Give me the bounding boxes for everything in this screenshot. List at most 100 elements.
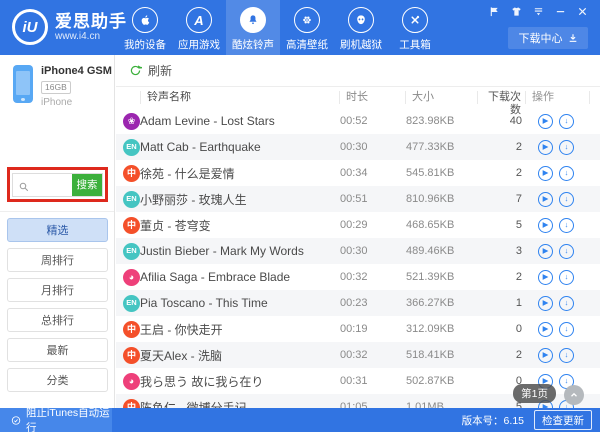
- page-number-badge: 第1页: [513, 384, 556, 403]
- play-icon[interactable]: ▶: [538, 218, 553, 233]
- table-row[interactable]: EN Matt Cab - Earthquake 00:30 477.33KB …: [116, 134, 600, 160]
- nav-my-device[interactable]: 我的设备: [118, 0, 172, 55]
- download-count: 2: [478, 271, 526, 283]
- table-row[interactable]: EN 小野丽莎 - 玫瑰人生 00:51 810.96KB 7 ▶ ↓: [116, 186, 600, 212]
- device-info: iPhone4 GSM 16GB iPhone: [0, 61, 115, 113]
- play-icon[interactable]: ▶: [538, 296, 553, 311]
- play-icon[interactable]: ▶: [538, 114, 553, 129]
- status-bar: 阻止iTunes自动运行 版本号：6.15 检查更新: [0, 408, 600, 432]
- nav-apps-games[interactable]: A 应用游戏: [172, 0, 226, 55]
- download-count: 2: [478, 349, 526, 361]
- ringtone-title: 王启 - 你快走开: [140, 321, 340, 338]
- category-icon: EN: [123, 243, 140, 260]
- download-count: 40: [478, 115, 526, 127]
- header-downloads: 下载次数: [477, 91, 525, 104]
- sidebar-item-total-rank[interactable]: 总排行: [7, 308, 108, 332]
- download-icon[interactable]: ↓: [559, 166, 574, 181]
- download-icon[interactable]: ↓: [559, 218, 574, 233]
- ringtone-title: 陈奂仁 - 微博分手记: [140, 399, 340, 409]
- sidebar-item-weekly-rank[interactable]: 周排行: [7, 248, 108, 272]
- table-row[interactable]: EN Justin Bieber - Mark My Words 00:30 4…: [116, 238, 600, 264]
- table-row[interactable]: ◕ Afilia Saga - Embrace Blade 00:32 521.…: [116, 264, 600, 290]
- i4-app-window: iU 爱思助手 www.i4.cn 我的设备 A 应用游戏 酷炫铃声: [0, 0, 600, 432]
- play-icon[interactable]: ▶: [538, 244, 553, 259]
- table-row[interactable]: 中 徐苑 - 什么是爱情 00:34 545.81KB 2 ▶ ↓: [116, 160, 600, 186]
- ringtone-title: 小野丽莎 - 玫瑰人生: [140, 191, 340, 208]
- download-count: 3: [478, 245, 526, 257]
- app-url: www.i4.cn: [55, 31, 127, 43]
- ringtone-size: 477.33KB: [406, 141, 478, 153]
- refresh-icon[interactable]: [129, 64, 142, 77]
- ringtone-duration: 00:19: [340, 323, 406, 335]
- table-row[interactable]: 中 王启 - 你快走开 00:19 312.09KB 0 ▶ ↓: [116, 316, 600, 342]
- block-itunes-toggle[interactable]: 阻止iTunes自动运行: [0, 408, 112, 432]
- mask-icon: [348, 7, 374, 33]
- ringtone-title: Afilia Saga - Embrace Blade: [140, 270, 340, 284]
- download-icon[interactable]: ↓: [559, 322, 574, 337]
- header-duration: 时长: [339, 91, 405, 104]
- download-icon[interactable]: ↓: [559, 348, 574, 363]
- play-icon[interactable]: ▶: [538, 322, 553, 337]
- ringtone-size: 810.96KB: [406, 193, 478, 205]
- nav-flash-jailbreak[interactable]: 刷机越狱: [334, 0, 388, 55]
- play-icon[interactable]: ▶: [538, 166, 553, 181]
- feedback-icon[interactable]: [489, 6, 500, 17]
- check-update-button[interactable]: 检查更新: [534, 410, 592, 430]
- play-icon[interactable]: ▶: [538, 192, 553, 207]
- nav-toolbox[interactable]: 工具箱: [388, 0, 442, 55]
- table-row[interactable]: 中 董贞 - 苍穹变 00:29 468.65KB 5 ▶ ↓: [116, 212, 600, 238]
- download-icon[interactable]: ↓: [559, 244, 574, 259]
- ringtone-title: 我ら思う 故に我ら在り: [140, 373, 340, 390]
- back-to-top-button[interactable]: [564, 385, 584, 405]
- play-icon[interactable]: ▶: [538, 270, 553, 285]
- category-icon: 中: [123, 399, 140, 409]
- sidebar-item-newest[interactable]: 最新: [7, 338, 108, 362]
- check-circle-icon: [11, 415, 21, 426]
- logo-icon: iU: [12, 9, 48, 45]
- download-center-button[interactable]: 下载中心: [508, 27, 588, 49]
- close-icon[interactable]: [577, 6, 588, 17]
- theme-icon[interactable]: [511, 6, 522, 17]
- download-count: 1: [478, 297, 526, 309]
- refresh-button[interactable]: 刷新: [148, 62, 172, 79]
- download-icon[interactable]: ↓: [559, 114, 574, 129]
- ringtone-size: 312.09KB: [406, 323, 478, 335]
- table-header: 铃声名称 时长 大小 下载次数 操作: [116, 87, 600, 108]
- table-row[interactable]: EN Pia Toscano - This Time 00:23 366.27K…: [116, 290, 600, 316]
- sidebar-item-featured[interactable]: 精选: [7, 218, 108, 242]
- table-row[interactable]: ❀ Adam Levine - Lost Stars 00:52 823.98K…: [116, 108, 600, 134]
- header-size: 大小: [405, 91, 477, 104]
- search-button[interactable]: 搜索: [72, 174, 102, 196]
- download-icon[interactable]: ↓: [559, 140, 574, 155]
- download-count: 2: [478, 167, 526, 179]
- nav-wallpapers[interactable]: 高清壁纸: [280, 0, 334, 55]
- device-name: iPhone4 GSM: [41, 65, 112, 77]
- download-icon[interactable]: ↓: [559, 270, 574, 285]
- nav-ringtones[interactable]: 酷炫铃声: [226, 0, 280, 55]
- ringtone-title: 夏天Alex - 洗脑: [140, 347, 340, 364]
- device-model: iPhone: [41, 97, 112, 108]
- ringtone-title: Pia Toscano - This Time: [140, 296, 340, 310]
- ringtone-title: Adam Levine - Lost Stars: [140, 114, 340, 128]
- menu-icon[interactable]: [533, 6, 544, 17]
- ringtone-duration: 00:30: [340, 245, 406, 257]
- play-icon[interactable]: ▶: [538, 348, 553, 363]
- category-icon: ◕: [123, 373, 140, 390]
- main-nav: 我的设备 A 应用游戏 酷炫铃声 高清壁纸: [118, 0, 442, 55]
- ringtone-size: 545.81KB: [406, 167, 478, 179]
- ringtone-duration: 01:05: [340, 401, 406, 408]
- sidebar-item-monthly-rank[interactable]: 月排行: [7, 278, 108, 302]
- nav-label: 应用游戏: [178, 37, 220, 52]
- play-icon[interactable]: ▶: [538, 140, 553, 155]
- category-menu: 精选 周排行 月排行 总排行 最新 分类: [7, 218, 108, 392]
- minimize-icon[interactable]: [555, 6, 566, 17]
- ringtone-size: 489.46KB: [406, 245, 478, 257]
- download-icon[interactable]: ↓: [559, 192, 574, 207]
- download-count: 2: [478, 141, 526, 153]
- table-row[interactable]: 中 夏天Alex - 洗脑 00:32 518.41KB 2 ▶ ↓: [116, 342, 600, 368]
- category-icon: ◕: [123, 269, 140, 286]
- ringtone-size: 1.01MB: [406, 401, 478, 408]
- nav-label: 刷机越狱: [340, 37, 382, 52]
- sidebar-item-categories[interactable]: 分类: [7, 368, 108, 392]
- download-icon[interactable]: ↓: [559, 296, 574, 311]
